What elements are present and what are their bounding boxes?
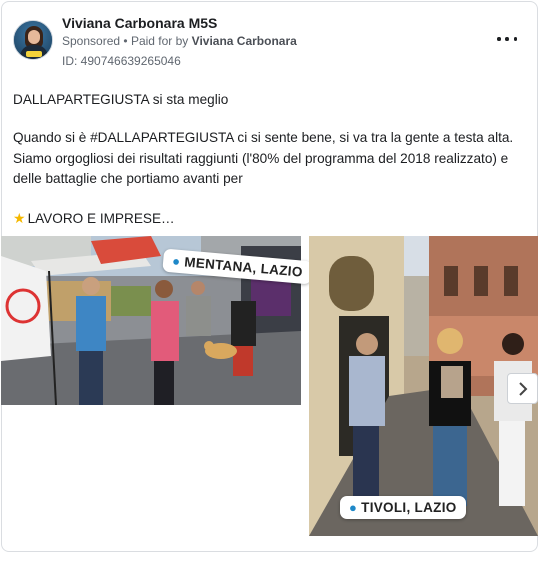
post-line-3: ★ LAVORO E IMPRESE… xyxy=(13,208,175,230)
paid-for-by: Viviana Carbonara xyxy=(191,34,297,48)
location-pin-icon: ● xyxy=(171,253,182,269)
star-emoji-icon: ★ xyxy=(13,210,26,226)
more-options-icon[interactable] xyxy=(497,32,517,46)
carousel-image-2[interactable] xyxy=(309,236,538,536)
location-text: TIVOLI, LAZIO xyxy=(361,500,457,515)
carousel-next-button[interactable] xyxy=(507,373,538,404)
page-name[interactable]: Viviana Carbonara M5S xyxy=(62,15,217,31)
post-paragraph-2: Quando si è #DALLAPARTEGIUSTA ci si sent… xyxy=(13,130,514,186)
post-line-1: DALLAPARTEGIUSTA si sta meglio xyxy=(13,92,229,107)
location-label-tivoli: ● TIVOLI, LAZIO xyxy=(340,496,466,519)
separator-dot: • xyxy=(123,34,131,48)
page-avatar[interactable] xyxy=(13,20,53,60)
ad-id: ID: 490746639265046 xyxy=(62,54,181,68)
chevron-right-icon xyxy=(518,381,527,396)
sponsored-line: Sponsored • Paid for by Viviana Carbonar… xyxy=(62,34,297,48)
paid-for-prefix: Paid for by xyxy=(130,34,189,48)
post-line-3-text: LAVORO E IMPRESE… xyxy=(27,211,175,226)
location-pin-icon: ● xyxy=(349,500,358,515)
sponsored-label: Sponsored xyxy=(62,34,121,48)
street-photo xyxy=(309,236,538,536)
